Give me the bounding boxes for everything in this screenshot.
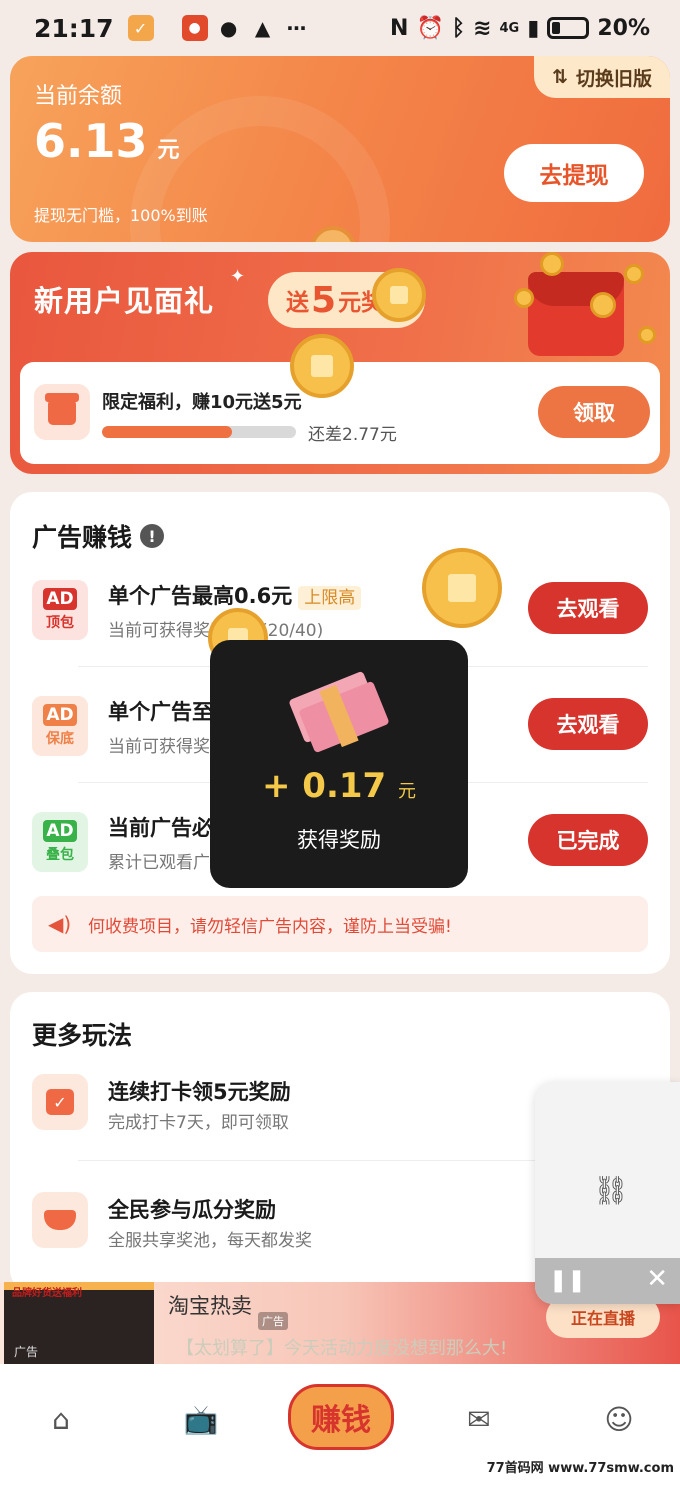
switch-label: 切换旧版 — [575, 67, 652, 90]
sparkle-icon: ✦ — [230, 266, 246, 287]
ad-badge-sub: 顶包 — [46, 615, 74, 631]
banner-subtitle: 【太划算了】今天活动力度没想到那么大! — [176, 1338, 508, 1359]
more-row-desc: 完成打卡7天，即可领取 — [108, 1113, 289, 1133]
reward-label: 获得奖励 — [297, 828, 381, 852]
task-remaining: 还差2.77元 — [308, 425, 397, 445]
ad-stack-icon: AD 叠包 — [32, 812, 88, 872]
app-icon: ● — [181, 15, 208, 41]
ad-badge-sub: 保底 — [46, 731, 74, 747]
ad-section-header: 广告赚钱! — [32, 518, 165, 554]
bottom-tab-bar: ⌂ 📺 赚钱 ✉ ☺ 77首码网 www.77smw.com — [0, 1364, 680, 1490]
float-controls: ❚❚ ✕ — [535, 1258, 680, 1304]
task-title: 限定福利，赚10元送5元 — [102, 392, 302, 413]
money-icon — [288, 670, 390, 754]
ad-thumbnail: 品牌好货送福利 广告 — [4, 1282, 154, 1364]
ad-row-title-text: 单个广告最高0.6元 — [108, 584, 293, 608]
watch-ad-button[interactable]: 去观看 — [528, 582, 648, 634]
gold-ingot-icon — [32, 1192, 88, 1248]
ad-badge: AD — [43, 588, 77, 610]
coin-icon — [590, 292, 616, 318]
floating-mini-window[interactable]: ⛓ ❚❚ ✕ — [535, 1082, 680, 1304]
withdraw-button[interactable]: 去提现 — [504, 144, 644, 202]
more-row-title: 全民参与瓜分奖励 — [108, 1198, 276, 1222]
tab-tv-icon[interactable]: 📺 — [176, 1394, 226, 1444]
task-progress-bar — [102, 426, 296, 438]
switch-old-version-button[interactable]: ⇅ 切换旧版 — [534, 56, 670, 98]
ad-row-tag: 上限高 — [298, 586, 362, 610]
status-right: N ⏰ ᛒ ≋ 4G ▮ 20% — [390, 16, 650, 41]
coin-icon — [514, 288, 534, 308]
network-type: 4G — [499, 20, 520, 36]
thumbnail-ad-label: 广告 — [14, 1345, 39, 1359]
tab-profile-icon[interactable]: ☺ — [594, 1394, 644, 1444]
ad-row-title: 单个广告最高0.6元 上限高 — [108, 580, 362, 610]
signal-icon: ▮ — [527, 15, 540, 41]
link-icon: ⛓ — [593, 1174, 629, 1207]
calendar-icon: ✓ — [32, 1074, 88, 1130]
watermark: 77首码网 www.77smw.com — [486, 1461, 674, 1476]
coin-icon — [422, 548, 502, 628]
bubble-number: 5 — [311, 279, 337, 321]
coin-icon — [638, 326, 656, 344]
balance-note: 提现无门槛，100%到账 — [34, 206, 208, 225]
notice-text: 何收费项目，请勿轻信广告内容，谨防上当受骗! — [88, 916, 452, 937]
balance-label: 当前余额 — [34, 84, 123, 109]
reward-toast: + 0.17 元 获得奖励 — [210, 640, 468, 888]
coin-icon — [540, 252, 564, 276]
notice-bar: ◀) 何收费项目，请勿轻信广告内容，谨防上当受骗! — [32, 896, 648, 952]
battery-icon — [547, 17, 590, 39]
ad-badge: AD — [43, 820, 77, 842]
switch-icon: ⇅ — [552, 66, 568, 88]
thumbnail-tag: 品牌好货送福利 — [12, 1288, 82, 1299]
reward-amount: + 0.17 元 — [210, 766, 468, 806]
new-user-title: 新用户见面礼 — [34, 284, 215, 318]
more-row-desc: 全服共享奖池，每天都发奖 — [108, 1231, 312, 1251]
watch-ad-button[interactable]: 去观看 — [528, 698, 648, 750]
speaker-icon: ◀) — [48, 912, 72, 936]
claim-button[interactable]: 领取 — [538, 386, 650, 438]
info-icon[interactable]: ! — [140, 524, 165, 548]
ad-guarantee-icon: AD 保底 — [32, 696, 88, 756]
gift-icon — [34, 384, 90, 440]
balance-value: 6.13 — [34, 114, 148, 168]
reward-unit: 元 — [398, 781, 417, 802]
alarm-icon: ⏰ — [416, 15, 444, 41]
tab-mail-icon[interactable]: ✉ — [454, 1394, 504, 1444]
shield-icon: ✓ — [127, 15, 154, 41]
balance-card: 当前余额 6.13 元 提现无门槛，100%到账 ⇅ 切换旧版 去提现 — [10, 56, 670, 242]
wechat-icon: ● — [219, 16, 238, 40]
balance-unit: 元 — [157, 138, 180, 163]
bluetooth-icon: ᛒ — [451, 15, 466, 41]
nfc-icon: N — [390, 15, 409, 41]
ad-section-title: 广告赚钱 — [32, 523, 133, 552]
ad-topup-icon: AD 顶包 — [32, 580, 88, 640]
qq-icon: ▲ — [254, 16, 271, 40]
tab-home-icon[interactable]: ⌂ — [36, 1394, 86, 1444]
reward-amount-value: + 0.17 — [261, 766, 387, 806]
ad-badge: AD — [43, 704, 77, 726]
battery-level: 20% — [597, 15, 650, 41]
ad-badge-sub: 叠包 — [46, 847, 74, 863]
task-progress-fill — [102, 426, 232, 438]
close-icon[interactable]: ✕ — [646, 1264, 668, 1294]
more-row-title: 连续打卡领5元奖励 — [108, 1080, 291, 1104]
tab-earn[interactable]: 赚钱 — [288, 1384, 394, 1450]
status-bar: 21:17 ✓ ● ● ▲ ⋯ N ⏰ ᛒ ≋ 4G ▮ 20% — [0, 0, 680, 56]
banner-ad-label: 广告 — [258, 1312, 288, 1330]
completed-button[interactable]: 已完成 — [528, 814, 648, 866]
banner-title: 淘宝热卖 — [168, 1294, 252, 1318]
coin-icon — [624, 264, 644, 284]
more-notifications-icon: ⋯ — [286, 16, 307, 40]
coin-icon — [290, 334, 354, 398]
balance-amount: 6.13 元 — [34, 114, 180, 168]
pause-icon[interactable]: ❚❚ — [549, 1268, 586, 1293]
wifi-icon: ≋ — [473, 15, 492, 41]
bubble-prefix: 送 — [286, 290, 309, 316]
coin-icon — [372, 268, 426, 322]
status-time: 21:17 — [34, 13, 114, 43]
more-section-title: 更多玩法 — [32, 1021, 133, 1050]
